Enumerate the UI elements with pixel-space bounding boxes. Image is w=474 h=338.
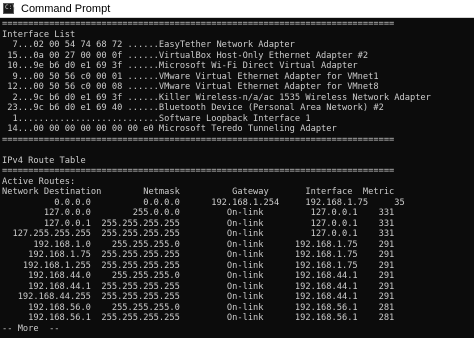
interface-row: 10...9e b6 d0 e1 69 3f ......Microsoft W… [2, 61, 358, 71]
cmd-icon: C:\ [3, 3, 16, 14]
command-prompt-window: C:\ Command Prompt =====================… [0, 0, 474, 338]
active-routes-heading: Active Routes: [2, 176, 76, 187]
cmd-icon-glyph: C:\ [5, 4, 16, 11]
interface-row: 14...00 00 00 00 00 00 00 e0 Microsoft T… [2, 124, 337, 134]
ipv4-route-table-heading: IPv4 Route Table [2, 155, 86, 166]
separator-line: ========================================… [2, 166, 395, 176]
console-output[interactable]: ========================================… [0, 19, 474, 338]
interface-row: 1...........................Software Loo… [2, 113, 311, 124]
route-row: 127.0.0.1 255.255.255.255 On-link 127.0.… [2, 218, 395, 229]
title-bar[interactable]: C:\ Command Prompt [0, 0, 474, 18]
more-prompt: -- More -- [2, 323, 60, 334]
route-row: 192.168.44.1 255.255.255.255 On-link 192… [2, 281, 395, 292]
separator-line: ========================================… [2, 19, 395, 29]
route-row: 192.168.56.0 255.255.255.0 On-link 192.1… [2, 302, 395, 313]
interface-row: 7...02 00 54 74 68 72 ......EasyTether N… [2, 40, 295, 50]
route-row: 192.168.1.75 255.255.255.255 On-link 192… [2, 250, 395, 260]
interface-list-heading: Interface List [2, 29, 76, 40]
route-row: 192.168.44.255 255.255.255.255 On-link 1… [2, 292, 395, 302]
interface-row: 23...9c b6 d0 e1 69 40 ......Bluetooth D… [2, 103, 384, 113]
route-table-header: Network Destination Netmask Gateway Inte… [2, 187, 395, 197]
window-title: Command Prompt [21, 3, 111, 15]
interface-row: 15...0a 00 27 00 00 0f ......VirtualBox … [2, 50, 369, 61]
route-row: 0.0.0.0 0.0.0.0 192.168.1.254 192.168.1.… [2, 197, 405, 208]
route-row: 192.168.56.1 255.255.255.255 On-link 192… [2, 313, 395, 323]
interface-row: 2...9c b6 d0 e1 69 3f ......Killer Wirel… [2, 92, 431, 103]
route-row: 192.168.44.0 255.255.255.0 On-link 192.1… [2, 271, 395, 281]
interface-row: 12...00 50 56 c0 00 08 ......VMware Virt… [2, 82, 379, 92]
route-row: 192.168.1.0 255.255.255.0 On-link 192.16… [2, 239, 395, 250]
interface-row: 9...00 50 56 c0 00 01 ......VMware Virtu… [2, 71, 379, 82]
separator-line: ========================================… [2, 134, 395, 145]
route-row: 127.255.255.255 255.255.255.255 On-link … [2, 229, 395, 239]
route-row: 192.168.1.255 255.255.255.255 On-link 19… [2, 260, 395, 271]
route-row: 127.0.0.0 255.0.0.0 On-link 127.0.0.1 33… [2, 208, 395, 218]
